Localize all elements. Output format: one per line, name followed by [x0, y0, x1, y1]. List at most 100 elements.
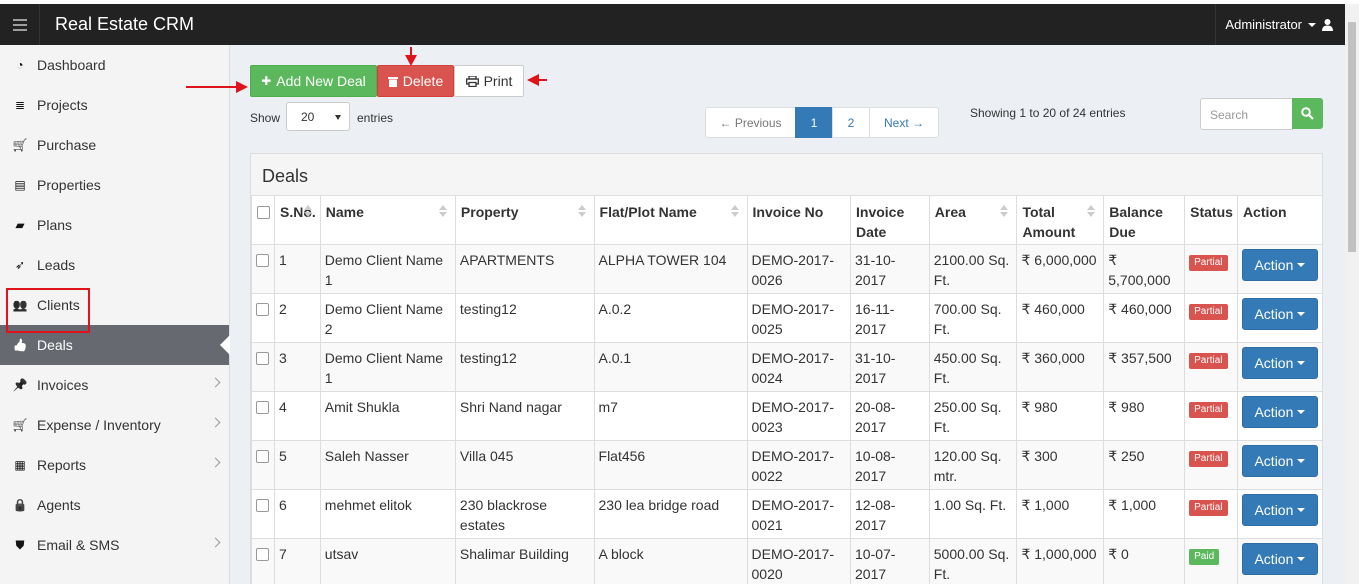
row-checkbox[interactable]: [256, 352, 269, 365]
sort-icon[interactable]: [577, 205, 586, 217]
action-dropdown-button[interactable]: Action: [1241, 494, 1318, 526]
row-checkbox[interactable]: [256, 303, 269, 316]
cell-date: 10-07-2017: [850, 538, 930, 584]
search-button[interactable]: [1292, 98, 1323, 129]
sidebar-item-purchase[interactable]: 🛒 Purchase: [0, 125, 229, 165]
column-header-label: Action: [1242, 204, 1287, 220]
add-new-deal-button[interactable]: ✚ Add New Deal: [250, 65, 377, 97]
cell-status: Partial: [1184, 244, 1238, 294]
entries-label: entries: [357, 111, 394, 125]
column-header-property[interactable]: Property: [454, 195, 595, 245]
menu-toggle-icon[interactable]: [0, 4, 40, 45]
column-header-total-amount[interactable]: Total Amount: [1016, 195, 1105, 245]
sidebar-item-label: Expense / Inventory: [37, 417, 161, 433]
column-header-invoice-date[interactable]: Invoice Date: [850, 195, 930, 245]
row-checkbox[interactable]: [256, 450, 269, 463]
chevron-down-icon: [1297, 557, 1306, 561]
pagination-page-2[interactable]: 2: [832, 107, 870, 138]
table-row: 1 Demo Client Name 1 APARTMENTS ALPHA TOWER…: [251, 244, 1324, 294]
cart-icon: 🛒: [12, 418, 28, 432]
action-dropdown-button[interactable]: Action: [1241, 396, 1318, 428]
sort-icon[interactable]: [1000, 205, 1009, 217]
scrollbar-thumb[interactable]: [1348, 22, 1356, 252]
column-header-flat-plot-name[interactable]: Flat/Plot Name: [593, 195, 748, 245]
status-badge: Partial: [1189, 500, 1228, 516]
row-checkbox[interactable]: [256, 401, 269, 414]
user-icon: [1322, 18, 1333, 31]
sidebar-item-plans[interactable]: ▰ Plans: [0, 205, 229, 245]
sidebar-item-leads[interactable]: ➶ Leads: [0, 245, 229, 285]
sidebar-item-dashboard[interactable]: ◔ Dashboard: [0, 45, 229, 85]
pagination-next[interactable]: Next →: [869, 107, 939, 138]
column-header-invoice-no[interactable]: Invoice No: [746, 195, 852, 245]
pagination-previous[interactable]: ← Previous: [705, 107, 796, 138]
search-input[interactable]: Search: [1200, 98, 1293, 130]
cell-total: ₹ 980: [1016, 391, 1105, 441]
page-scrollbar[interactable]: [1345, 4, 1359, 584]
panel-title: Deals: [251, 154, 1322, 196]
column-header-name[interactable]: Name: [319, 195, 456, 245]
row-select-cell: [251, 440, 275, 490]
cell-sno: 1: [274, 244, 321, 294]
pagination-page-1[interactable]: 1: [795, 107, 833, 138]
status-badge: Paid: [1189, 549, 1220, 565]
chevron-right-icon: [210, 377, 221, 388]
cell-area: 120.00 Sq. mtr.: [928, 440, 1018, 490]
row-checkbox[interactable]: [256, 254, 269, 267]
action-dropdown-button[interactable]: Action: [1241, 298, 1318, 330]
entries-select[interactable]: 20: [286, 102, 350, 131]
sidebar-item-agents[interactable]: 🔒 Agents: [0, 485, 229, 525]
cell-area: 2100.00 Sq. Ft.: [928, 244, 1018, 294]
column-header-balance-due[interactable]: Balance Due: [1103, 195, 1186, 245]
action-label: Action: [1254, 355, 1294, 371]
sidebar-item-properties[interactable]: ▤ Properties: [0, 165, 229, 205]
print-button[interactable]: Print: [454, 65, 524, 97]
cell-name: utsav: [319, 538, 456, 584]
cell-date: 16-11-2017: [850, 293, 930, 343]
action-dropdown-button[interactable]: Action: [1241, 347, 1318, 379]
sort-icon[interactable]: [303, 205, 312, 217]
cell-action: Action: [1236, 391, 1324, 441]
sidebar-item-email-sms[interactable]: ⛊ Email & SMS: [0, 525, 229, 565]
delete-button[interactable]: Delete: [377, 65, 454, 97]
column-header-s-no[interactable]: S.No.: [274, 195, 321, 245]
row-checkbox[interactable]: [256, 499, 269, 512]
action-dropdown-button[interactable]: Action: [1241, 543, 1318, 575]
table-row: 5 Saleh Nasser Villa 045 Flat456 DEMO-2017-0…: [251, 440, 1324, 490]
sidebar-item-expense-inventory[interactable]: 🛒 Expense / Inventory: [0, 405, 229, 445]
column-header-status[interactable]: Status: [1184, 195, 1238, 245]
cell-total: ₹ 1,000: [1016, 489, 1105, 539]
app-title[interactable]: Real Estate CRM: [55, 14, 194, 35]
column-header-label: Invoice No: [752, 204, 824, 220]
action-dropdown-button[interactable]: Action: [1241, 249, 1318, 281]
sidebar-item-label: Agents: [37, 497, 81, 513]
cell-balance: ₹ 460,000: [1103, 293, 1186, 343]
lock-icon: 🔒: [12, 498, 28, 512]
cell-property: Shri Nand nagar: [454, 391, 595, 441]
column-header-action[interactable]: Action: [1236, 195, 1324, 245]
column-header-area[interactable]: Area: [928, 195, 1018, 245]
cell-total: ₹ 460,000: [1016, 293, 1105, 343]
sidebar-item-projects[interactable]: ≣ Projects: [0, 85, 229, 125]
select-all-checkbox[interactable]: [257, 206, 270, 219]
action-label: Action: [1254, 502, 1294, 518]
user-menu[interactable]: Administrator: [1215, 4, 1345, 45]
sort-icon[interactable]: [438, 205, 447, 217]
sort-icon[interactable]: [730, 205, 739, 217]
cell-status: Partial: [1184, 489, 1238, 539]
cell-invoice: DEMO-2017-0024: [746, 342, 852, 392]
user-name: Administrator: [1225, 17, 1302, 32]
cell-date: 31-10-2017: [850, 342, 930, 392]
action-dropdown-button[interactable]: Action: [1241, 445, 1318, 477]
table-icon: ▦: [14, 458, 26, 472]
sidebar-item-invoices[interactable]: 📌 Invoices: [0, 365, 229, 405]
sort-icon[interactable]: [1087, 205, 1096, 217]
sidebar-item-reports[interactable]: ▦ Reports: [0, 445, 229, 485]
chevron-down-icon: [1297, 361, 1306, 365]
cell-date: 20-08-2017: [850, 391, 930, 441]
row-checkbox[interactable]: [256, 548, 269, 561]
cell-date: 12-08-2017: [850, 489, 930, 539]
action-label: Action: [1254, 306, 1294, 322]
cell-name: Demo Client Name 1: [319, 342, 456, 392]
chevron-right-icon: [210, 537, 221, 548]
